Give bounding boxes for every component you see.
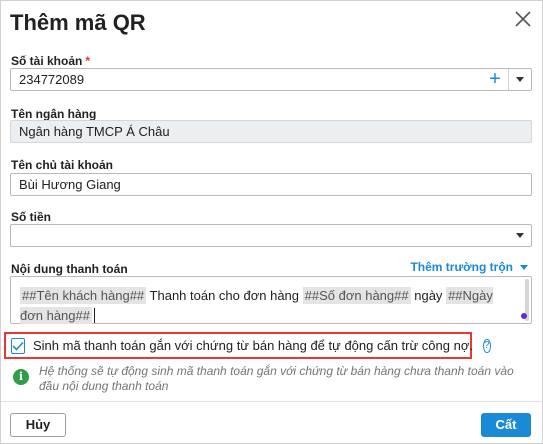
merge-tag-customer-name: ##Tên khách hàng## (20, 287, 147, 304)
account-number-field[interactable]: 234772089 + (10, 68, 532, 91)
close-icon[interactable] (511, 7, 535, 31)
required-mark: * (85, 54, 91, 68)
cancel-button[interactable]: Hủy (10, 413, 66, 437)
help-icon[interactable]: ? (482, 338, 491, 353)
account-holder-label: Tên chủ tài khoản (11, 158, 114, 172)
content-text: Thanh toán cho đơn hàng (149, 288, 300, 303)
account-dropdown-button[interactable] (509, 69, 531, 90)
chevron-down-icon (516, 233, 524, 238)
text-cursor (93, 308, 99, 323)
add-merge-field-link[interactable]: Thêm trường trộn (410, 260, 528, 274)
bank-name-field: Ngân hàng TMCP Á Châu (10, 120, 532, 143)
bank-name-label: Tên ngân hàng (11, 107, 97, 121)
plus-icon[interactable]: + (484, 69, 506, 90)
footer-divider (1, 401, 542, 402)
chevron-down-icon (520, 264, 528, 270)
auto-offset-checkbox[interactable] (11, 337, 25, 354)
account-number-value: 234772089 (19, 72, 85, 87)
auto-offset-option: Sinh mã thanh toán gắn với chứng từ bán … (4, 332, 491, 359)
payment-content-label: Nội dung thanh toán (11, 262, 128, 276)
account-holder-field[interactable]: Bùi Hương Giang (10, 173, 532, 196)
save-button[interactable]: Cất (481, 413, 531, 437)
info-note: Hệ thống sẽ tự động sinh mã thanh toán g… (39, 364, 514, 393)
amount-dropdown-button[interactable] (509, 225, 531, 246)
account-number-label: Số tài khoản * (11, 54, 91, 68)
chevron-down-icon (516, 77, 524, 82)
merge-tag-order-number: ##Số đơn hàng## (302, 287, 411, 304)
account-holder-value: Bùi Hương Giang (19, 177, 121, 192)
add-qr-dialog: Thêm mã QR Số tài khoản * 234772089 + Tên… (0, 0, 543, 444)
bank-name-value: Ngân hàng TMCP Á Châu (19, 124, 170, 139)
dialog-title: Thêm mã QR (10, 10, 146, 35)
grammar-indicator (521, 313, 527, 319)
amount-field[interactable] (10, 224, 532, 247)
auto-offset-label: Sinh mã thanh toán gắn với chứng từ bán … (33, 338, 473, 353)
content-text: ngày (414, 288, 443, 303)
payment-content-textarea[interactable]: ##Tên khách hàng## Thanh toán cho đơn hà… (10, 276, 532, 324)
amount-label: Số tiền (11, 210, 52, 224)
info-icon: i (13, 369, 29, 385)
